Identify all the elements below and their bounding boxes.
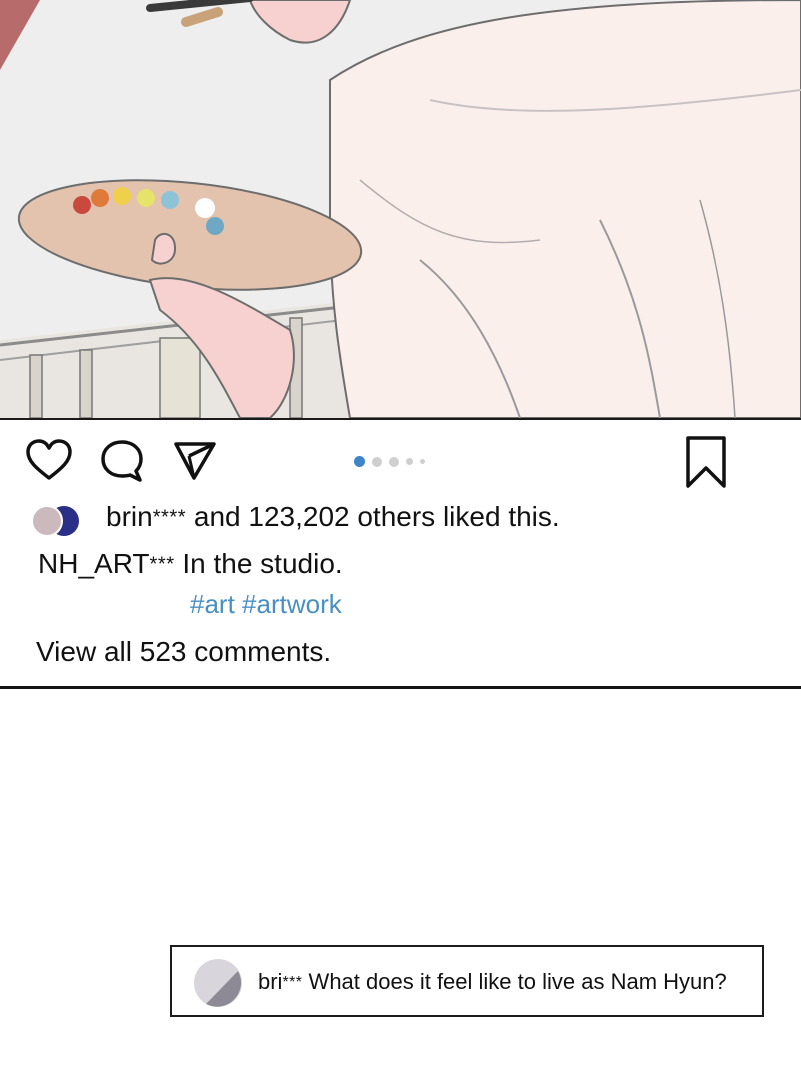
post-divider bbox=[0, 686, 801, 689]
speech-bubble-icon[interactable] bbox=[98, 436, 148, 486]
carousel-dot bbox=[420, 459, 425, 464]
commenter-username-mask: *** bbox=[282, 974, 303, 992]
paper-plane-icon[interactable] bbox=[170, 436, 220, 486]
carousel-dot bbox=[389, 457, 399, 467]
commenter-username[interactable]: bri bbox=[258, 969, 282, 994]
post-caption: NH_ART*** In the studio. bbox=[38, 545, 343, 584]
bookmark-icon[interactable] bbox=[680, 434, 732, 490]
post-image[interactable] bbox=[0, 0, 801, 418]
likes-count-text[interactable]: brin**** and 123,202 others liked this. bbox=[106, 498, 560, 537]
caption-author-mask: *** bbox=[149, 553, 175, 576]
liker-username[interactable]: brin bbox=[106, 501, 153, 532]
carousel-dot bbox=[372, 457, 382, 467]
post-action-bar bbox=[0, 420, 801, 500]
likes-rest-text: and 123,202 others liked this. bbox=[186, 501, 560, 532]
carousel-dot bbox=[406, 458, 413, 465]
caption-text: In the studio. bbox=[174, 548, 343, 579]
comment-body: What does it feel like to live as Nam Hy… bbox=[302, 969, 727, 994]
comment-text: bri*** What does it feel like to live as… bbox=[258, 965, 727, 1000]
likes-row: brin**** and 123,202 others liked this. bbox=[30, 498, 790, 538]
carousel-dot-active bbox=[354, 456, 365, 467]
carousel-dots bbox=[354, 454, 444, 468]
hashtags[interactable]: #art #artwork bbox=[190, 587, 342, 621]
liker-username-mask: **** bbox=[152, 506, 187, 529]
caption-author[interactable]: NH_ART bbox=[38, 548, 150, 579]
liker-avatars[interactable] bbox=[30, 504, 90, 538]
comment-box: bri*** What does it feel like to live as… bbox=[170, 945, 764, 1017]
heart-icon[interactable] bbox=[24, 436, 74, 486]
artist-painting-illustration bbox=[0, 0, 801, 418]
commenter-avatar[interactable] bbox=[192, 957, 244, 1009]
view-all-comments-link[interactable]: View all 523 comments. bbox=[36, 633, 331, 671]
